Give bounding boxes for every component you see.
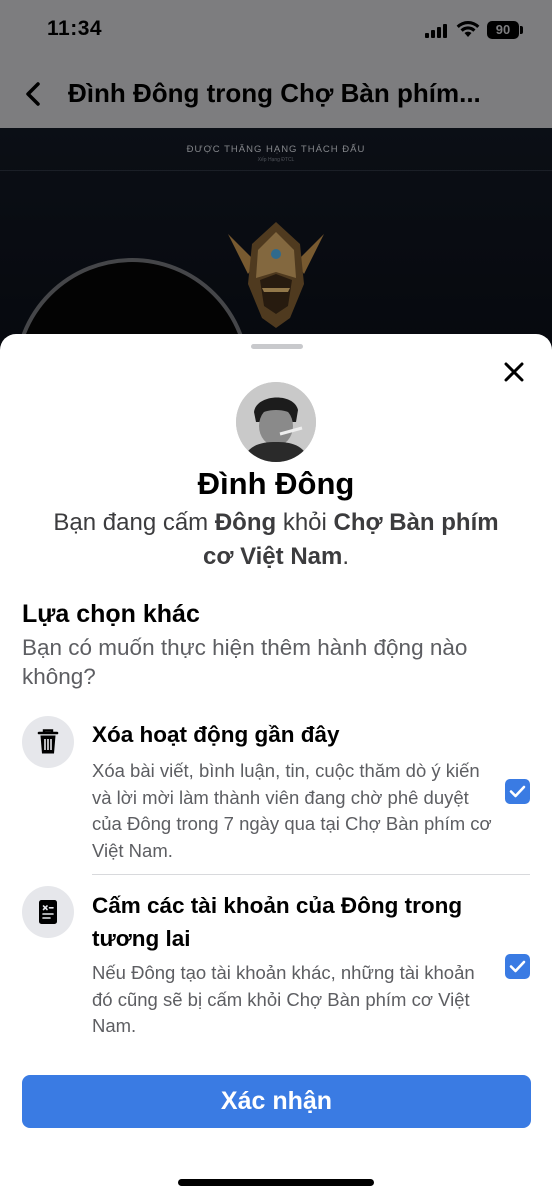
option-desc-ban-future-accounts: Nếu Đông tạo tài khoản khác, những tài k… [92,962,475,1036]
option-icon-wrapper [22,886,74,938]
chevron-left-icon [26,82,40,106]
checkmark-icon [509,785,526,798]
status-time: 11:34 [47,17,103,40]
cover-dim-overlay [0,128,552,368]
checkbox-ban-future-accounts[interactable] [505,954,530,979]
cellular-signal-icon [425,24,449,38]
profile-photo-icon [236,382,316,462]
option-divider [92,874,530,875]
option-desc-delete-activity: Xóa bài viết, bình luận, tin, cuộc thăm … [92,760,492,861]
battery-indicator: 90 [487,21,519,39]
checkbox-delete-activity[interactable] [505,779,530,804]
ban-message-user: Đông [214,509,277,536]
section-description: Bạn có muốn thực hiện thêm hành động nào… [22,635,468,689]
section-title: Lựa chọn khác [22,600,200,628]
status-bar: 11:34 90 [0,0,552,62]
battery-cap [520,26,523,34]
cover-image: ĐƯỢC THĂNG HẠNG THÁCH ĐẤU Xếp Hạng ĐTCL [0,128,552,368]
ban-bottom-sheet: Đình Đông Bạn đang cấm Đông khỏi Chợ Bàn… [0,334,552,1195]
trash-icon [37,729,59,754]
ban-message: Bạn đang cấm Đông khỏi Chợ Bàn phím cơ V… [40,506,512,574]
avatar [236,382,316,462]
ban-message-part2: khỏi [276,509,334,536]
page-header: Đình Đông trong Chợ Bàn phím... [0,62,552,128]
ban-message-part3: . [342,543,350,570]
banned-document-icon [39,900,57,924]
checkmark-icon [509,960,526,973]
close-icon [504,362,524,382]
option-title-delete-activity: Xóa hoạt động gần đây [92,722,340,747]
option-icon-wrapper [22,716,74,768]
close-button[interactable] [496,354,532,390]
wifi-icon [456,21,480,37]
page-title: Đình Đông trong Chợ Bàn phím... [68,78,481,108]
option-title-ban-future-accounts: Cấm các tài khoản của Đông trong tương l… [92,893,463,951]
user-name: Đình Đông [197,466,355,501]
sheet-grabber[interactable] [251,344,303,349]
back-button[interactable] [14,72,54,116]
home-indicator [178,1179,374,1186]
ban-message-part1: Bạn đang cấm [53,509,215,536]
confirm-button[interactable]: Xác nhận [22,1075,531,1128]
